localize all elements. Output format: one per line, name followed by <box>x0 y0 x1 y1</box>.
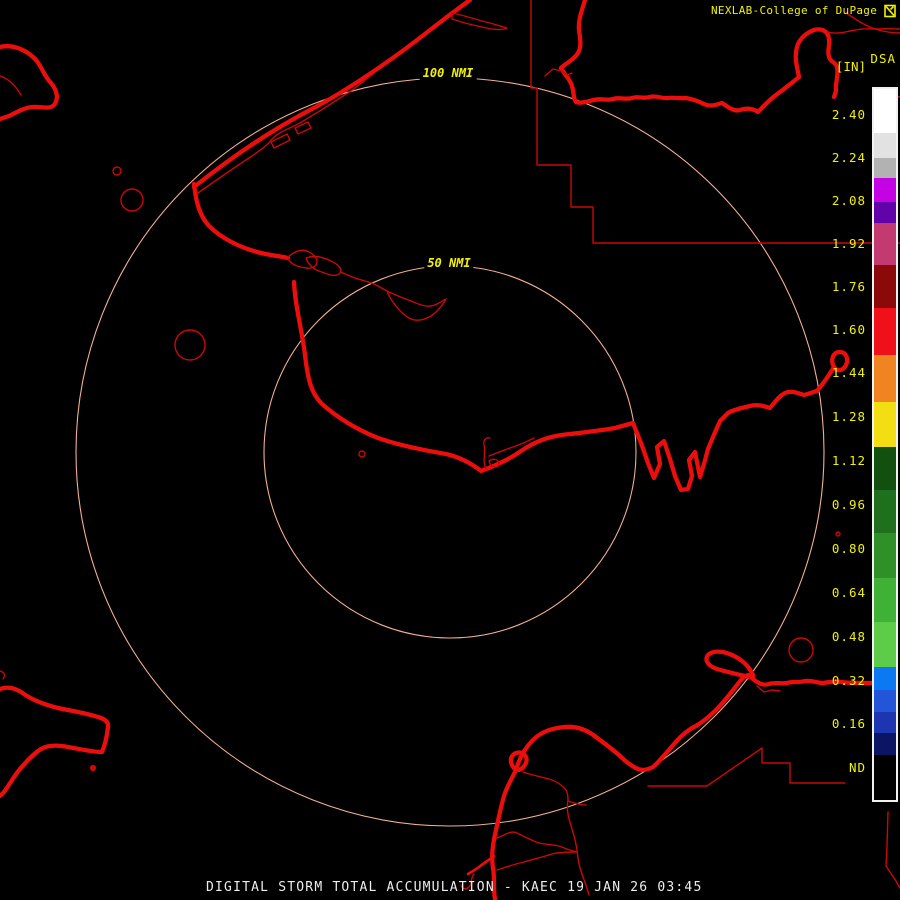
colorbar-value-label: 0.48 <box>788 629 866 644</box>
colorbar-value-label: 0.32 <box>788 673 866 688</box>
colorbar-segment <box>874 578 896 622</box>
colorbar-value-label: 2.40 <box>788 107 866 122</box>
left-arm-landmass <box>0 688 108 796</box>
colorbar-value-label: 1.28 <box>788 409 866 424</box>
lake-small-nw <box>121 189 143 211</box>
inner-range-ring <box>264 266 636 638</box>
colorbar-segment <box>874 690 896 712</box>
delta-hook <box>468 856 494 874</box>
colorbar-segment <box>874 622 896 667</box>
colorbar-value-label: ND <box>788 760 866 775</box>
ne-spit-loop <box>452 13 507 30</box>
product-abbrev-label: DSA <box>870 51 896 66</box>
cod-box-slash-icon <box>884 3 896 22</box>
colorbar-segment <box>874 308 896 355</box>
teller-peninsula-2 <box>306 257 341 276</box>
lake-tiny-nw <box>113 167 121 175</box>
colorbar-value-label: 2.08 <box>788 193 866 208</box>
delta-meander-1 <box>497 832 577 852</box>
offshore-blob <box>387 291 446 320</box>
edge-line-southeast <box>886 812 900 888</box>
brand-title: NEXLAB-College of DuPage <box>711 4 877 17</box>
radar-map-canvas <box>0 0 900 900</box>
colorbar-value-label: 1.92 <box>788 236 866 251</box>
barrier-coast-line <box>198 74 373 193</box>
left-arm-nub <box>0 671 4 679</box>
elbow-coast <box>194 184 288 258</box>
dip-squiggle-1 <box>484 438 490 469</box>
colorbar-segment <box>874 178 896 202</box>
topleft-blob-notch <box>0 76 21 95</box>
colorbar-value-label: 0.80 <box>788 541 866 556</box>
colorbar-segment <box>874 447 896 490</box>
barrier-island-1 <box>271 134 290 148</box>
colorbar-segment <box>874 133 896 158</box>
colorbar-segment <box>874 89 896 133</box>
east-coast-spur <box>757 686 780 692</box>
colorbar-segment <box>874 223 896 265</box>
radar-display: 100 NMI 50 NMI 2.40 2.24 2.08 1.92 1.76 1.60 1… <box>0 0 900 900</box>
colorbar-value-label: 1.44 <box>788 365 866 380</box>
colorbar-segment <box>874 667 896 690</box>
teller-spur <box>341 272 387 291</box>
north-islet <box>545 69 572 76</box>
delta-dome-coast <box>492 675 753 899</box>
topleft-blob <box>0 46 57 119</box>
speck-east <box>836 532 840 536</box>
colorbar-segment <box>874 202 896 223</box>
precip-color-scale <box>872 87 898 802</box>
inner-range-ring-label: 50 NMI <box>424 256 473 270</box>
colorbar-value-label: 2.24 <box>788 150 866 165</box>
colorbar-segment <box>874 265 896 308</box>
colorbar-segment <box>874 733 896 755</box>
colorbar-segment <box>874 533 896 578</box>
colorbar-value-label: 0.16 <box>788 716 866 731</box>
delta-meander-2 <box>497 852 577 870</box>
colorbar-segment <box>874 712 896 733</box>
colorbar-segment <box>874 490 896 533</box>
colorbar-segment <box>874 355 896 402</box>
outer-range-ring-label: 100 NMI <box>420 66 477 80</box>
colorbar-segment <box>874 402 896 447</box>
product-units-label: [IN] <box>836 59 866 74</box>
colorbar-value-label: 1.12 <box>788 453 866 468</box>
nw-coast-arc <box>194 0 470 187</box>
colorbar-value-label: 0.64 <box>788 585 866 600</box>
colorbar-value-label: 1.60 <box>788 322 866 337</box>
product-caption: DIGITAL STORM TOTAL ACCUMULATION - KAEC … <box>206 880 702 895</box>
delta-slough <box>523 772 586 805</box>
west-south-coast <box>294 282 834 490</box>
colorbar-segment <box>874 158 896 178</box>
islet-left-arm <box>91 766 96 771</box>
lake-mid-west <box>175 330 205 360</box>
colorbar-segment <box>874 755 896 800</box>
islet-center <box>359 451 365 457</box>
colorbar-value-label: 0.96 <box>788 497 866 512</box>
colorbar-value-label: 1.76 <box>788 279 866 294</box>
teller-peninsula-1 <box>288 250 317 268</box>
